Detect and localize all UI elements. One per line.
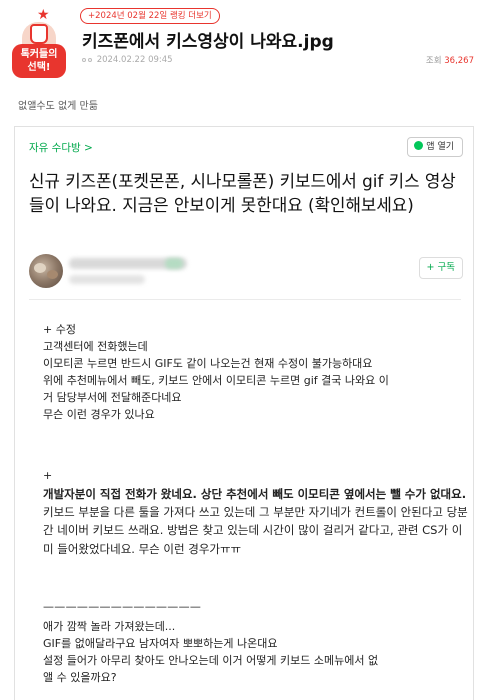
cafe-board-link[interactable]: 자유 수다방 > (29, 140, 93, 155)
views-number: 36,267 (444, 56, 474, 66)
post-body-plus: + (43, 469, 53, 482)
blurred-author-level (165, 258, 183, 269)
cafe-post-title: 신규 키즈폰(포켓몬폰, 시나모롤폰) 키보드에서 gif 키스 영상들이 나와… (29, 171, 456, 215)
subscribe-button[interactable]: + 구독 (418, 257, 463, 279)
open-app-label: 앱 열기 (426, 142, 454, 152)
open-app-button[interactable]: 앱 열기 (407, 137, 463, 157)
post-body-paragraph-3: 애가 깜짝 놀라 가져왔는데... GIF를 없애달라구요 남자여자 뽀뽀하는게… (43, 620, 379, 684)
naver-cafe-icon (414, 141, 424, 150)
views-label: 조회 (425, 56, 442, 66)
divider (29, 299, 461, 300)
post-body-bold: 개발자분이 직접 전화가 왔네요. 상단 추천에서 빼도 이모티콘 옆에서는 뺄… (43, 487, 467, 501)
star-icon: ★ (37, 7, 50, 23)
screenshot-card: 자유 수다방 > 앱 열기 신규 키즈폰(포켓몬폰, 시나모롤폰) 키보드에서 … (14, 126, 474, 700)
post-body-rule: —————————————— (43, 600, 202, 613)
post-body-paragraph-2: 개발자분이 직접 전화가 왔네요. 상단 추천에서 빼도 이모티콘 옆에서는 뺄… (43, 485, 468, 558)
tokker-choice-badge: ★ 톡커들의 선택! (10, 8, 68, 80)
blurred-author-meta (69, 275, 145, 284)
dot-icon (82, 57, 86, 62)
badge-label: 톡커들의 선택! (12, 44, 66, 78)
page-title: 키즈폰에서 키스영상이 나와요.jpg (82, 32, 334, 52)
post-header: ★ 톡커들의 선택! +2024년 02월 22일 랭킹 더보기 키즈폰에서 키… (0, 0, 480, 86)
post-body-paragraph-1: + 수정 고객센터에 전화했는데 이모티콘 누르면 반드시 GIF도 같이 나오… (43, 323, 389, 421)
post-body-normal: 키보드 부분을 다른 툴을 가져다 쓰고 있는데 그 부분만 자기네가 컨트롤이… (43, 505, 468, 556)
post-subtitle: 없앨수도 없게 만듦 (18, 101, 98, 112)
view-count: 조회 36,267 (426, 54, 474, 66)
post-meta: 2024.02.22 09:45 (82, 55, 173, 65)
avatar[interactable] (29, 254, 63, 288)
ranking-more-link[interactable]: +2024년 02월 22일 랭킹 더보기 (80, 8, 220, 24)
dot-icon (88, 57, 92, 62)
post-date: 2024.02.22 09:45 (96, 55, 173, 65)
